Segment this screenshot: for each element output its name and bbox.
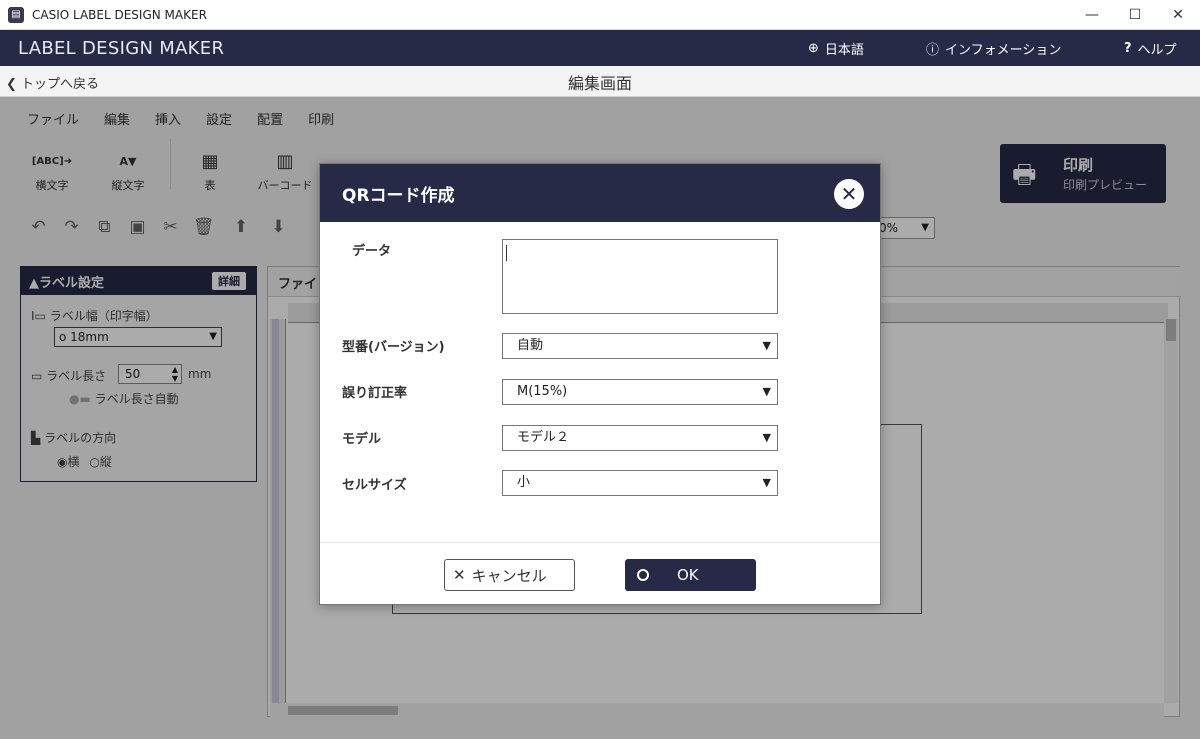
help-button[interactable]: ? ヘルプ <box>1124 30 1177 66</box>
maximize-button[interactable]: ☐ <box>1113 0 1157 30</box>
cell-size-select[interactable]: 小 ▼ <box>502 470 778 496</box>
error-correction-select[interactable]: M(15%) ▼ <box>502 379 778 405</box>
app-icon: ▤ <box>8 6 24 23</box>
brand-title: LABEL DESIGN MAKER <box>18 37 225 59</box>
navigation-bar: ❮ トップへ戻る 編集画面 <box>0 66 1200 97</box>
screen-title: 編集画面 <box>567 74 632 93</box>
help-icon: ? <box>1124 40 1132 56</box>
ok-button[interactable]: OK <box>625 559 756 591</box>
information-label: インフォメーション <box>945 42 1062 58</box>
dialog-footer: ✕ キャンセル OK <box>320 542 880 605</box>
circle-icon <box>637 569 649 581</box>
cancel-label: キャンセル <box>471 566 547 585</box>
cell-size-label: セルサイズ <box>342 478 407 493</box>
minimize-button[interactable]: — <box>1070 0 1114 30</box>
ok-label: OK <box>677 566 699 584</box>
model-select[interactable]: モデル２ ▼ <box>502 425 778 451</box>
version-value: 自動 <box>517 338 544 353</box>
language-button[interactable]: ⊕ 日本語 <box>808 30 864 66</box>
cross-icon: ✕ <box>453 566 466 584</box>
window-title: CASIO LABEL DESIGN MAKER <box>32 7 207 22</box>
app-header: LABEL DESIGN MAKER ⊕ 日本語 ⓘ インフォメーション ? ヘ… <box>0 30 1200 66</box>
dialog-title: QRコード作成 <box>342 185 455 206</box>
cancel-button[interactable]: ✕ キャンセル <box>444 559 575 591</box>
chevron-down-icon: ▼ <box>762 385 771 398</box>
chevron-down-icon: ▼ <box>762 476 771 489</box>
dialog-close-button[interactable]: ✕ <box>834 179 864 209</box>
error-correction-value: M(15%) <box>517 384 568 399</box>
dialog-header: QRコード作成 <box>320 164 880 222</box>
version-label: 型番(バージョン) <box>342 340 445 355</box>
info-icon: ⓘ <box>926 42 940 58</box>
qr-data-input[interactable] <box>502 239 778 314</box>
information-button[interactable]: ⓘ インフォメーション <box>926 30 1061 66</box>
window-close-button[interactable]: ✕ <box>1156 0 1200 30</box>
language-label: 日本語 <box>824 42 864 58</box>
window-title-bar: ▤ CASIO LABEL DESIGN MAKER — ☐ ✕ <box>0 0 1200 30</box>
error-correction-label: 誤り訂正率 <box>342 386 408 401</box>
chevron-down-icon: ▼ <box>762 339 771 352</box>
text-caret <box>506 245 507 261</box>
version-select[interactable]: 自動 ▼ <box>502 333 778 359</box>
chevron-down-icon: ▼ <box>762 431 771 444</box>
globe-icon: ⊕ <box>808 40 819 56</box>
model-value: モデル２ <box>517 430 570 445</box>
cell-size-value: 小 <box>517 475 531 490</box>
data-label: データ <box>352 244 392 259</box>
help-label: ヘルプ <box>1137 42 1177 58</box>
close-icon: ✕ <box>840 182 858 206</box>
model-label: モデル <box>342 432 382 447</box>
qr-code-dialog: QRコード作成 ✕ データ 型番(バージョン) 自動 ▼ 誤り訂正率 M(15%… <box>319 163 881 605</box>
